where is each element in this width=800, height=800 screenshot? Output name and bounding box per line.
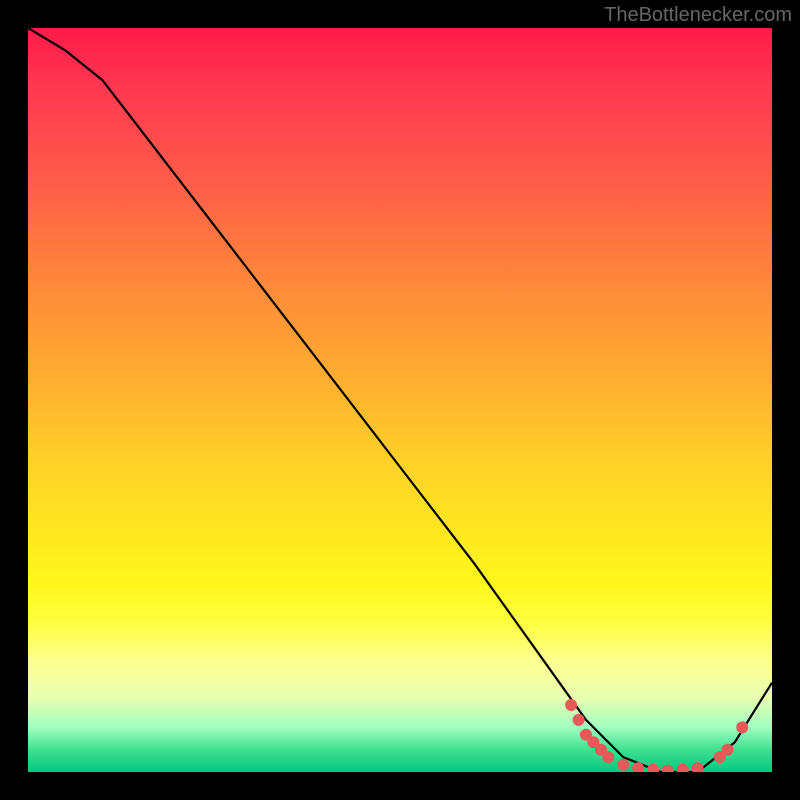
highlight-dot xyxy=(736,721,748,733)
highlight-dot xyxy=(565,699,577,711)
highlight-dot xyxy=(692,762,704,772)
curve-line xyxy=(28,28,772,772)
highlight-dot xyxy=(647,764,659,772)
highlight-dots xyxy=(565,699,748,772)
plot-area xyxy=(28,28,772,772)
highlight-dot xyxy=(573,714,585,726)
watermark-text: TheBottlenecker.com xyxy=(604,4,792,27)
highlight-dot xyxy=(721,744,733,756)
highlight-dot xyxy=(602,751,614,763)
highlight-dot xyxy=(617,759,629,771)
chart-svg xyxy=(28,28,772,772)
highlight-dot xyxy=(677,764,689,772)
highlight-dot xyxy=(662,765,674,773)
